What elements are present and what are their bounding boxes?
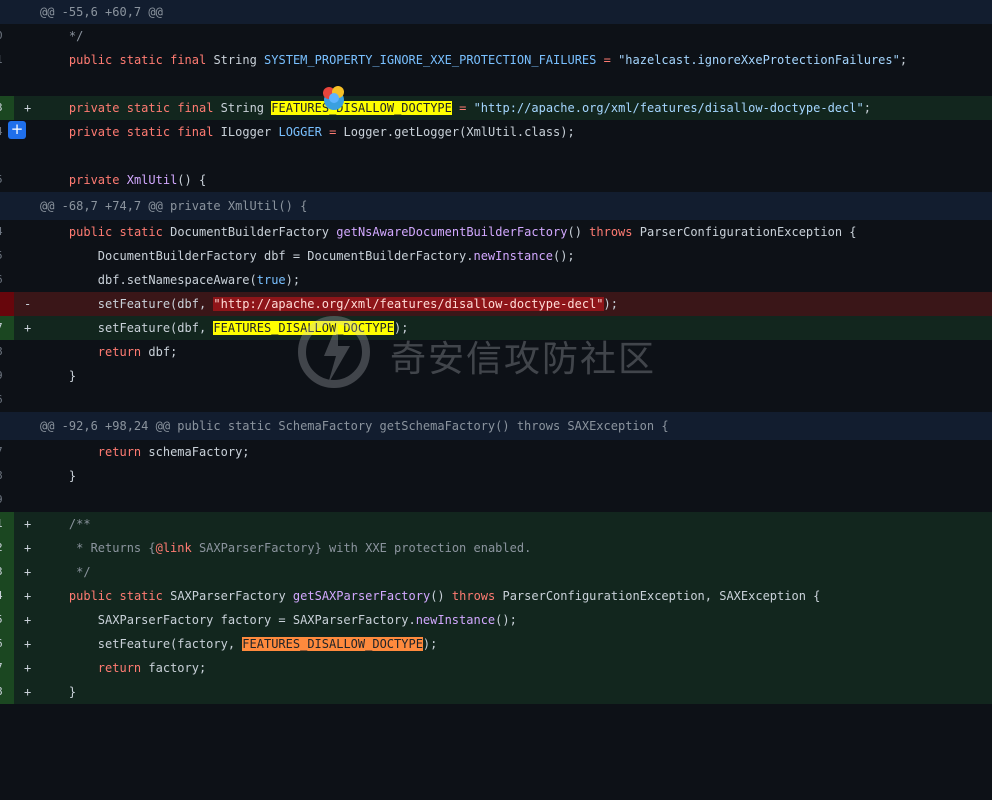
code-text: } (68, 369, 77, 383)
added-line[interactable]: 6 + setFeature(factory, FEATURES_DISALLO… (0, 632, 992, 656)
added-line[interactable]: 7 + return factory; (0, 656, 992, 680)
diff-marker-plus: + (24, 101, 32, 115)
highlighted-token: FEATURES_DISALLOW_DOCTYPE (242, 637, 423, 651)
added-line[interactable]: 3 + */ (0, 560, 992, 584)
line-number: 5 (0, 608, 14, 632)
added-line[interactable]: 4 + public static SAXParserFactory getSA… (0, 584, 992, 608)
deleted-line[interactable]: - setFeature(dbf, "http://apache.org/xml… (0, 292, 992, 316)
added-line[interactable]: 2 + * Returns {@link SAXParserFactory} w… (0, 536, 992, 560)
added-line[interactable]: 5 + SAXParserFactory factory = SAXParser… (0, 608, 992, 632)
line-number: 4 (0, 584, 14, 608)
code-text: return schemaFactory; (97, 445, 250, 459)
diff-marker-plus: + (24, 321, 32, 335)
code-line[interactable]: 7 return schemaFactory; (0, 440, 992, 464)
code-line[interactable]: 8 } (0, 464, 992, 488)
code-text: * Returns {@link SAXParserFactory} with … (68, 541, 532, 555)
line-number: 7 (0, 440, 14, 464)
code-text: private static final ILogger LOGGER = Lo… (68, 125, 575, 139)
code-text: SAXParserFactory factory = SAXParserFact… (97, 613, 517, 627)
hunk-header[interactable]: @@ -92,6 +98,24 @@ public static SchemaF… (0, 412, 992, 440)
highlighted-token: FEATURES_DISALLOW_DOCTYPE (213, 321, 395, 335)
code-line[interactable] (0, 144, 992, 168)
line-number: 8 (0, 680, 14, 704)
line-number: 5 (0, 168, 14, 192)
line-number: 9 (0, 364, 14, 388)
line-number: 5 (0, 244, 14, 268)
code-text: */ (68, 29, 84, 43)
emoji-reaction-icon[interactable] (320, 84, 348, 112)
code-text: DocumentBuilderFactory dbf = DocumentBui… (97, 249, 575, 263)
line-number: 3 (0, 560, 14, 584)
code-line[interactable]: 8 return dbf; (0, 340, 992, 364)
code-line[interactable]: 5 DocumentBuilderFactory dbf = DocumentB… (0, 244, 992, 268)
code-text: public static DocumentBuilderFactory get… (68, 225, 857, 239)
line-number: 6 (0, 632, 14, 656)
diff-marker-plus: + (24, 565, 32, 579)
line-number: 7 (0, 656, 14, 680)
added-line[interactable]: 7 + setFeature(dbf, FEATURES_DISALLOW_DO… (0, 316, 992, 340)
code-text: } (68, 685, 77, 699)
line-number: 8 (0, 340, 14, 364)
code-line[interactable]: 6 (0, 388, 992, 412)
code-text: setFeature(dbf, FEATURES_DISALLOW_DOCTYP… (97, 321, 409, 335)
hunk-header-text: @@ -92,6 +98,24 @@ public static SchemaF… (40, 419, 669, 433)
diff-marker-minus: - (24, 297, 32, 311)
line-number: 7 (0, 316, 14, 340)
code-line[interactable] (0, 72, 992, 96)
diff-marker-plus: + (24, 661, 32, 675)
code-text: dbf.setNamespaceAware(true); (97, 273, 301, 287)
line-number: 8 (0, 464, 14, 488)
code-text: public static SAXParserFactory getSAXPar… (68, 589, 821, 603)
code-line[interactable]: 1 public static final String SYSTEM_PROP… (0, 48, 992, 72)
code-text: } (68, 469, 77, 483)
diff-marker-plus: + (24, 613, 32, 627)
code-line[interactable]: 4 private static final ILogger LOGGER = … (0, 120, 992, 144)
line-number: 4 (0, 220, 14, 244)
code-line[interactable]: 4 public static DocumentBuilderFactory g… (0, 220, 992, 244)
line-number: 6 (0, 268, 14, 292)
line-number (0, 292, 14, 316)
code-text: private XmlUtil() { (68, 173, 207, 187)
hunk-header-text: @@ -68,7 +74,7 @@ private XmlUtil() { (40, 199, 308, 213)
code-line[interactable]: 0 */ (0, 24, 992, 48)
code-text: /** (68, 517, 91, 531)
code-line[interactable]: 9 } (0, 364, 992, 388)
diff-marker-plus: + (24, 685, 32, 699)
line-number: 1 (0, 48, 14, 72)
added-line[interactable]: 1 + /** (0, 512, 992, 536)
line-number (0, 144, 14, 168)
code-text: private static final String FEATURES_DIS… (68, 101, 871, 115)
code-text: return dbf; (97, 345, 178, 359)
code-line[interactable]: 6 dbf.setNamespaceAware(true); (0, 268, 992, 292)
line-number: 0 (0, 24, 14, 48)
removed-token: "http://apache.org/xml/features/disallow… (213, 297, 604, 311)
diff-marker-plus: + (24, 517, 32, 531)
hunk-header-text: @@ -55,6 +60,7 @@ (40, 5, 163, 19)
hunk-header[interactable]: @@ -68,7 +74,7 @@ private XmlUtil() { (0, 192, 992, 220)
hunk-header[interactable]: @@ -55,6 +60,7 @@ (0, 0, 992, 24)
line-number: 2 (0, 536, 14, 560)
line-number: 3 (0, 96, 14, 120)
diff-view: @@ -55,6 +60,7 @@ 0 */ 1 public static f… (0, 0, 992, 704)
add-comment-button[interactable]: + (8, 121, 26, 139)
code-line[interactable]: 9 (0, 488, 992, 512)
code-text: return factory; (97, 661, 207, 675)
diff-marker-plus: + (24, 637, 32, 651)
added-line[interactable]: 3 + private static final String FEATURES… (0, 96, 992, 120)
code-text: public static final String SYSTEM_PROPER… (68, 53, 908, 67)
line-number: 6 (0, 388, 14, 412)
added-line[interactable]: 8 + } (0, 680, 992, 704)
line-number: 1 (0, 512, 14, 536)
code-text: setFeature(dbf, "http://apache.org/xml/f… (97, 297, 618, 311)
highlighted-token: FEATURES_DISALLOW_DOCTYPE (271, 101, 452, 115)
code-text: */ (68, 565, 91, 579)
code-text: setFeature(factory, FEATURES_DISALLOW_DO… (97, 637, 438, 651)
diff-marker-plus: + (24, 541, 32, 555)
line-number (0, 72, 14, 96)
diff-marker-plus: + (24, 589, 32, 603)
code-line[interactable]: 5 private XmlUtil() { (0, 168, 992, 192)
line-number: 9 (0, 488, 14, 512)
